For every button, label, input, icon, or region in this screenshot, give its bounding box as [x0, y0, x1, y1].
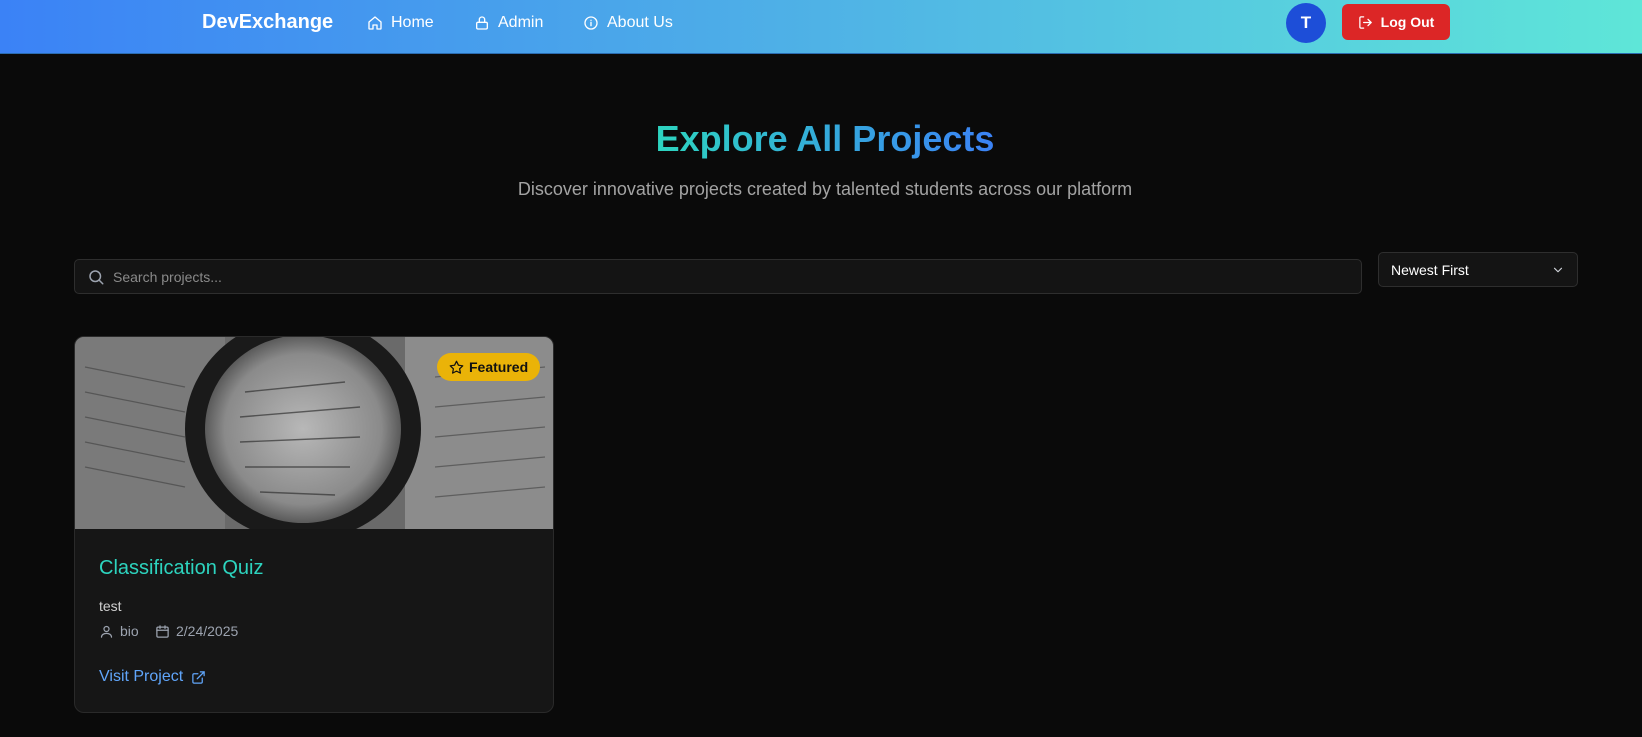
project-author-name: bio: [120, 623, 139, 639]
nav-link-admin[interactable]: Admin: [474, 12, 543, 34]
search-bar: [74, 259, 1362, 294]
project-image: Featured: [75, 337, 553, 529]
user-icon: [100, 625, 113, 638]
external-link-icon: [192, 670, 205, 684]
featured-badge: Featured: [437, 353, 541, 381]
project-card[interactable]: Featured Classification Quiz test bio 2/…: [74, 336, 554, 713]
visit-project-link[interactable]: Visit Project: [99, 668, 206, 686]
nav-link-home[interactable]: Home: [367, 12, 434, 34]
sort-dropdown-value: Newest First: [1391, 261, 1469, 278]
logout-icon: [1358, 15, 1372, 29]
chevron-down-icon: [1553, 267, 1563, 272]
search-input[interactable]: [113, 260, 1353, 293]
nav-link-about[interactable]: About Us: [583, 12, 673, 34]
search-icon: [89, 270, 104, 285]
project-author: bio: [99, 623, 139, 639]
featured-badge-label: Featured: [469, 359, 529, 375]
nav-link-about-label: About Us: [607, 14, 673, 31]
page-title: Explore All Projects: [655, 118, 995, 159]
project-date: 2/24/2025: [155, 623, 238, 639]
project-title[interactable]: Classification Quiz: [99, 557, 264, 580]
sort-dropdown[interactable]: Newest First: [1378, 252, 1578, 287]
logout-button[interactable]: Log Out: [1342, 4, 1450, 40]
navbar: DevExchange Home Admin About Us T Log Ou…: [0, 0, 1642, 54]
info-icon: [584, 16, 598, 30]
brand-logo[interactable]: DevExchange: [202, 11, 333, 34]
logout-button-label: Log Out: [1380, 14, 1435, 30]
nav-link-admin-label: Admin: [498, 14, 544, 31]
nav-link-home-label: Home: [391, 14, 434, 31]
user-avatar[interactable]: T: [1286, 3, 1326, 43]
lock-icon: [476, 16, 488, 30]
visit-project-label: Visit Project: [99, 668, 184, 685]
calendar-icon: [156, 624, 169, 638]
star-icon: [449, 360, 464, 374]
page-subtitle: Discover innovative projects created by …: [517, 179, 1133, 199]
project-date-value: 2/24/2025: [176, 623, 239, 639]
home-icon: [368, 16, 382, 30]
project-description: test: [99, 598, 122, 614]
